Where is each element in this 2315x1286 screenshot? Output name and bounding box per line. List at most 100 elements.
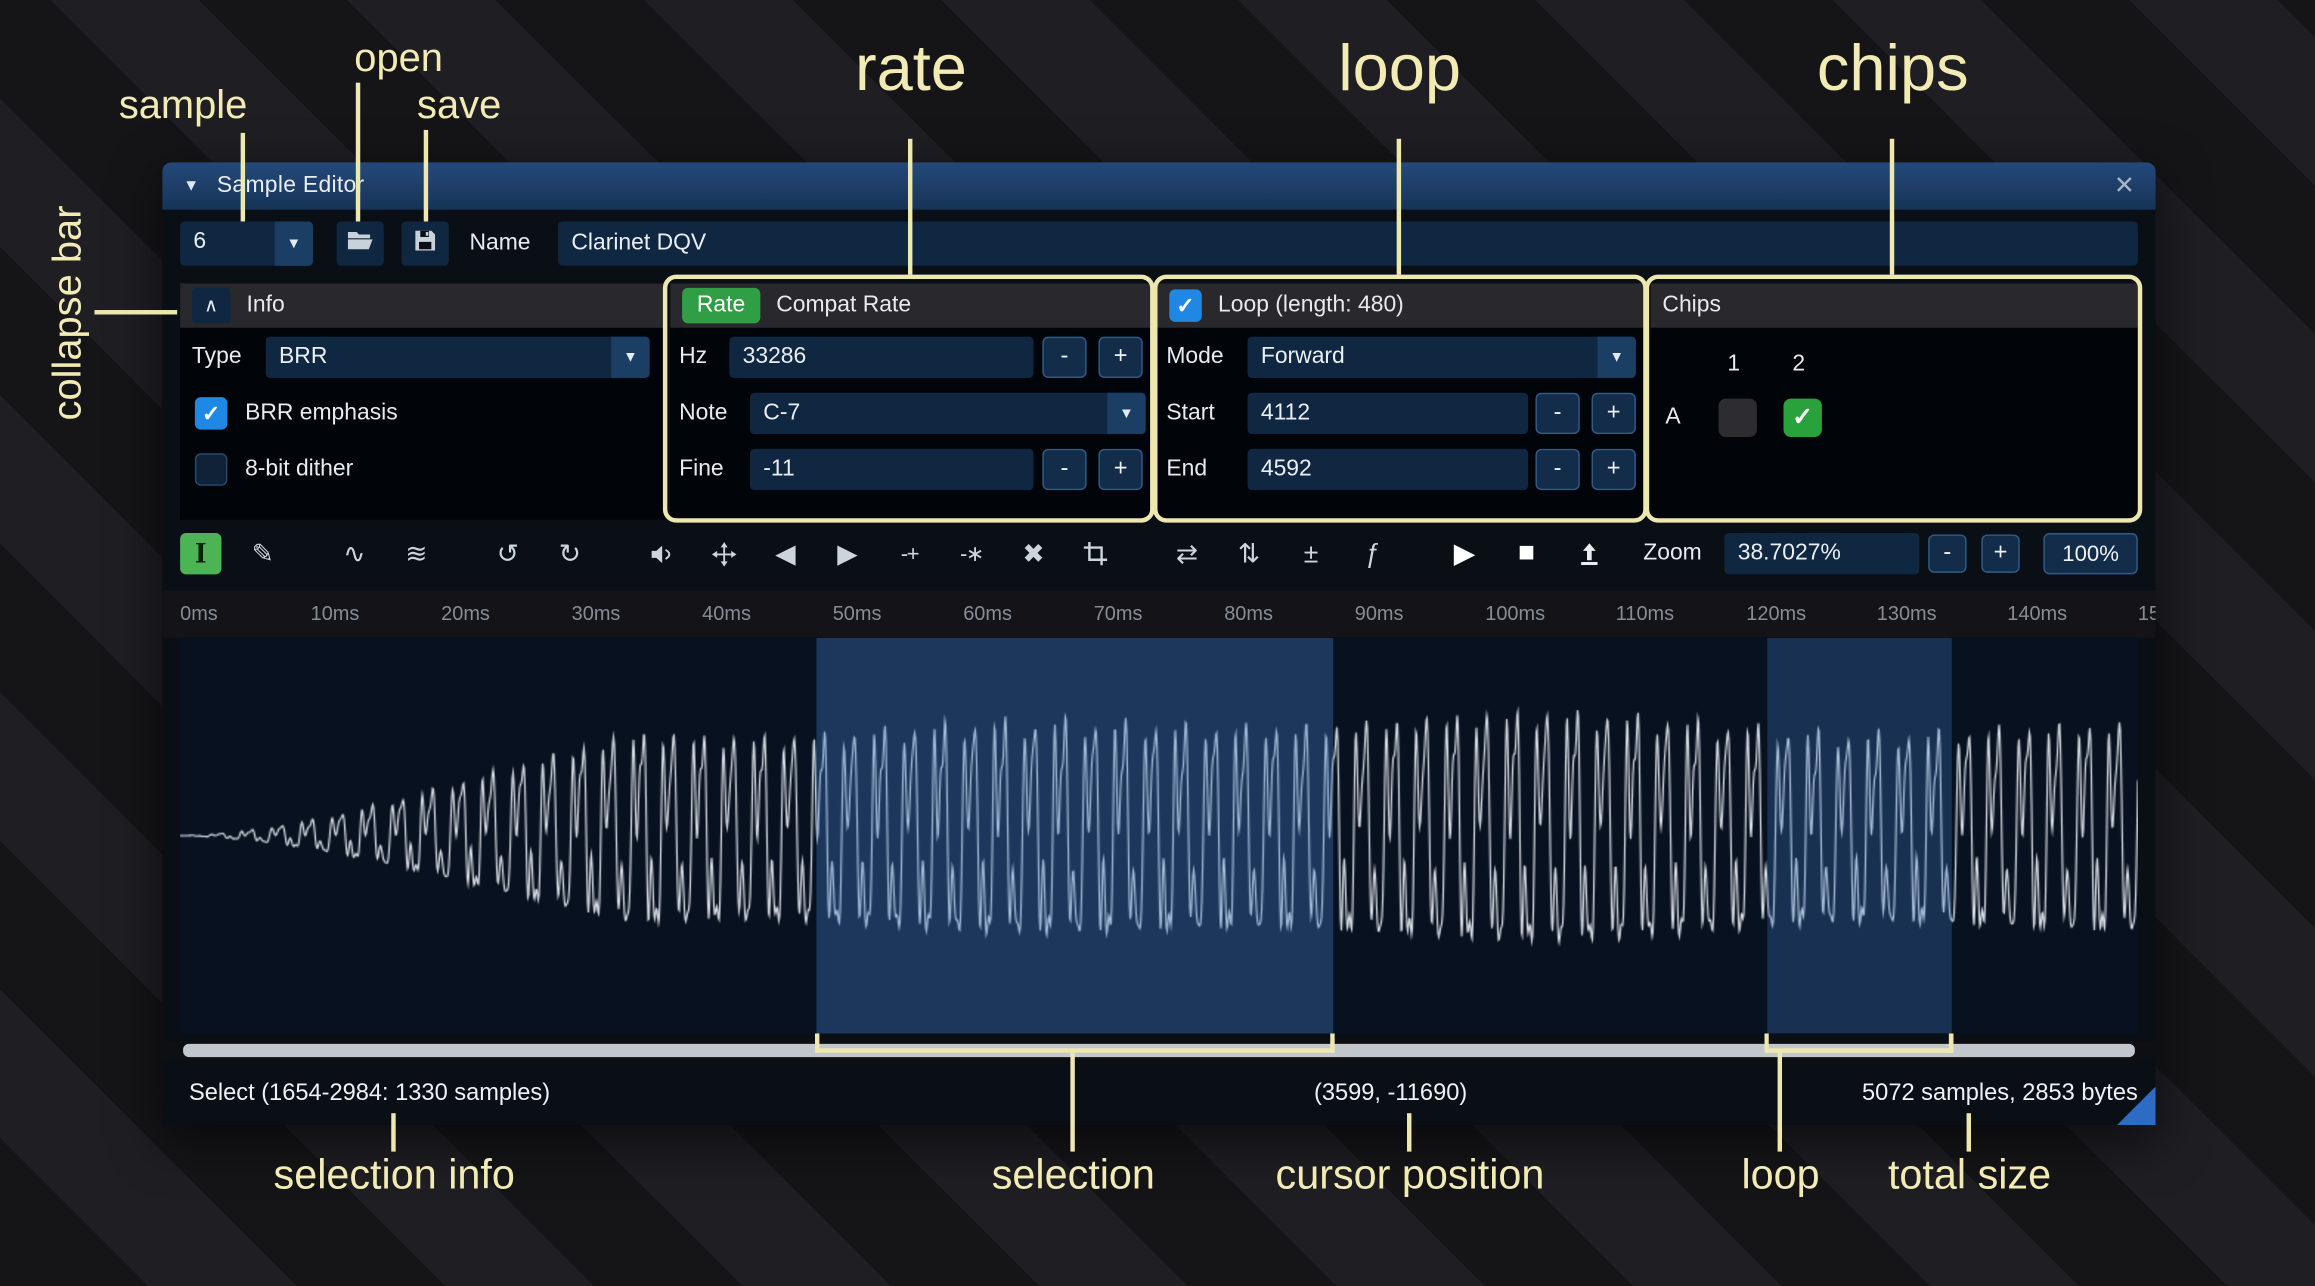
chevron-down-icon: ▼ <box>611 337 649 378</box>
loop-end-minus-button[interactable]: - <box>1535 449 1579 490</box>
note-value: C-7 <box>750 393 1107 434</box>
zoom-input[interactable]: 38.7027% <box>1724 533 1919 574</box>
timeline-label: 80ms <box>1224 602 1273 624</box>
loop-start-input[interactable]: 4112 <box>1248 393 1529 434</box>
titlebar[interactable]: ▼ Sample Editor ✕ <box>162 162 2155 209</box>
normalize-icon[interactable] <box>703 533 744 574</box>
filter-icon[interactable]: ƒ <box>1352 533 1393 574</box>
loop-start-label: Start <box>1166 393 1214 434</box>
timeline-label: 10ms <box>311 602 360 624</box>
window-title: Sample Editor <box>217 173 365 200</box>
annotation-selection-label: selection <box>992 1152 1155 1199</box>
fine-minus-button[interactable]: - <box>1042 449 1086 490</box>
annotation-open-label: open <box>354 35 443 81</box>
type-label: Type <box>192 337 242 378</box>
open-button[interactable] <box>337 221 384 265</box>
type-select[interactable]: BRR ▼ <box>266 337 650 378</box>
invert-icon[interactable]: ⇅ <box>1228 533 1269 574</box>
toolbar-icons: I ✎ ∿ ≋ ↺ ↻ ◀ ▶ -+ -∗ ✖ ⇄ ⇅ ± ƒ ▶ ■ <box>180 533 1630 574</box>
selection-bracket <box>815 1033 1335 1052</box>
stop-icon[interactable]: ■ <box>1506 533 1547 574</box>
brr-emphasis-checkbox[interactable]: ✓ <box>195 397 227 429</box>
apply-silence-icon[interactable]: -∗ <box>951 533 992 574</box>
insert-silence-icon[interactable]: -+ <box>889 533 930 574</box>
sample-slot-select[interactable]: 6 ▼ <box>180 221 313 265</box>
resize-grip[interactable] <box>2117 1087 2155 1125</box>
chevron-up-icon: ∧ <box>204 294 218 318</box>
reverse-icon[interactable]: ⇄ <box>1166 533 1207 574</box>
undo-icon[interactable]: ↺ <box>487 533 528 574</box>
redo-icon[interactable]: ↻ <box>549 533 590 574</box>
fade-in-icon[interactable]: ▶ <box>827 533 868 574</box>
zoom-in-button[interactable]: + <box>1981 534 2019 572</box>
timeline-label: 120ms <box>1746 602 1806 624</box>
timeline-label: 110ms <box>1616 602 1674 624</box>
chips-header: Chips <box>1651 283 2138 327</box>
collapse-info-button[interactable]: ∧ <box>192 288 230 323</box>
name-input[interactable]: Clarinet DQV <box>558 221 2138 265</box>
save-icon <box>410 225 440 262</box>
loop-end-input[interactable]: 4592 <box>1248 449 1529 490</box>
status-bar: Select (1654-2984: 1330 samples) (3599, … <box>162 1066 2155 1125</box>
rate-tag[interactable]: Rate <box>682 288 760 323</box>
name-label: Name <box>469 221 530 265</box>
zoom-out-button[interactable]: - <box>1928 534 1966 572</box>
delete-icon[interactable]: ✖ <box>1013 533 1054 574</box>
sample-editor-window: ▼ Sample Editor ✕ 6 ▼ Name Clarinet DQV … <box>162 162 2155 1125</box>
timeline-ruler[interactable]: 0ms10ms20ms30ms40ms50ms60ms70ms80ms90ms1… <box>162 591 2155 638</box>
zoom-reset-button[interactable]: 100% <box>2043 533 2137 574</box>
annotation-loop-bottom-line <box>1778 1053 1782 1152</box>
fine-plus-button[interactable]: + <box>1098 449 1142 490</box>
loop-start-minus-button[interactable]: - <box>1535 393 1579 434</box>
annotation-collapse-bar-label: collapse bar <box>45 206 91 421</box>
annotation-total-size-label: total size <box>1888 1152 2051 1199</box>
wavetable-icon[interactable] <box>1568 533 1609 574</box>
close-icon[interactable]: ✕ <box>2114 171 2135 201</box>
loop-checkbox[interactable]: ✓ <box>1169 289 1201 321</box>
loop-region[interactable] <box>1767 638 1952 1034</box>
note-select[interactable]: C-7 ▼ <box>750 393 1146 434</box>
trim-icon[interactable] <box>1075 533 1116 574</box>
annotation-save-label: save <box>417 83 501 129</box>
timeline-label: 0ms <box>180 602 218 624</box>
check-icon: ✓ <box>202 400 221 427</box>
hz-plus-button[interactable]: + <box>1098 337 1142 378</box>
timeline-label: 40ms <box>702 602 751 624</box>
info-section: ∧ Info Type BRR ▼ ✓ BRR emphasis 8-b <box>180 283 664 519</box>
hz-minus-button[interactable]: - <box>1042 337 1086 378</box>
chips-section: Chips 1 2 A ✓ <box>1651 283 2138 519</box>
chip-2-checkbox[interactable]: ✓ <box>1783 399 1821 437</box>
cursor-position-text: (3599, -11690) <box>1314 1081 1467 1108</box>
sample-row: 6 ▼ Name Clarinet DQV <box>162 221 2155 265</box>
draw-icon[interactable]: ✎ <box>242 533 283 574</box>
note-label: Note <box>679 393 727 434</box>
hz-input[interactable]: 33286 <box>729 337 1033 378</box>
screen: ▼ Sample Editor ✕ 6 ▼ Name Clarinet DQV … <box>0 0 2315 1286</box>
timeline-label: 50ms <box>833 602 882 624</box>
loop-header: ✓ Loop (length: 480) <box>1157 283 1644 327</box>
selection-info-text: Select (1654-2984: 1330 samples) <box>189 1081 550 1108</box>
dither-label: 8-bit dither <box>245 449 353 490</box>
resample-icon[interactable]: ∿ <box>334 533 375 574</box>
loop-mode-select[interactable]: Forward ▼ <box>1248 337 1636 378</box>
loop-end-plus-button[interactable]: + <box>1592 449 1636 490</box>
toolbar: I ✎ ∿ ≋ ↺ ↻ ◀ ▶ -+ -∗ ✖ ⇄ ⇅ ± ƒ ▶ ■ Zoom 38.7027% - + 10… <box>180 529 2138 579</box>
zoom-label: Zoom <box>1643 533 1702 574</box>
timeline-label: 100ms <box>1485 602 1545 624</box>
sign-icon[interactable]: ± <box>1290 533 1331 574</box>
amplify-icon[interactable] <box>641 533 682 574</box>
fade-out-icon[interactable]: ◀ <box>765 533 806 574</box>
window-collapse-icon[interactable]: ▼ <box>183 177 199 195</box>
annotation-loop-bottom-label: loop <box>1741 1152 1819 1199</box>
save-button[interactable] <box>402 221 449 265</box>
preview-icon[interactable]: ▶ <box>1444 533 1485 574</box>
fine-input[interactable]: -11 <box>750 449 1033 490</box>
crossfade-loop-icon[interactable]: ≋ <box>396 533 437 574</box>
folder-open-icon <box>345 225 375 262</box>
annotation-chips-line <box>1890 139 1894 275</box>
chip-1-checkbox[interactable] <box>1719 399 1757 437</box>
edit-mode-icon[interactable]: I <box>180 533 221 574</box>
loop-start-plus-button[interactable]: + <box>1592 393 1636 434</box>
dither-checkbox[interactable] <box>195 453 227 485</box>
selection-region[interactable] <box>816 638 1333 1034</box>
